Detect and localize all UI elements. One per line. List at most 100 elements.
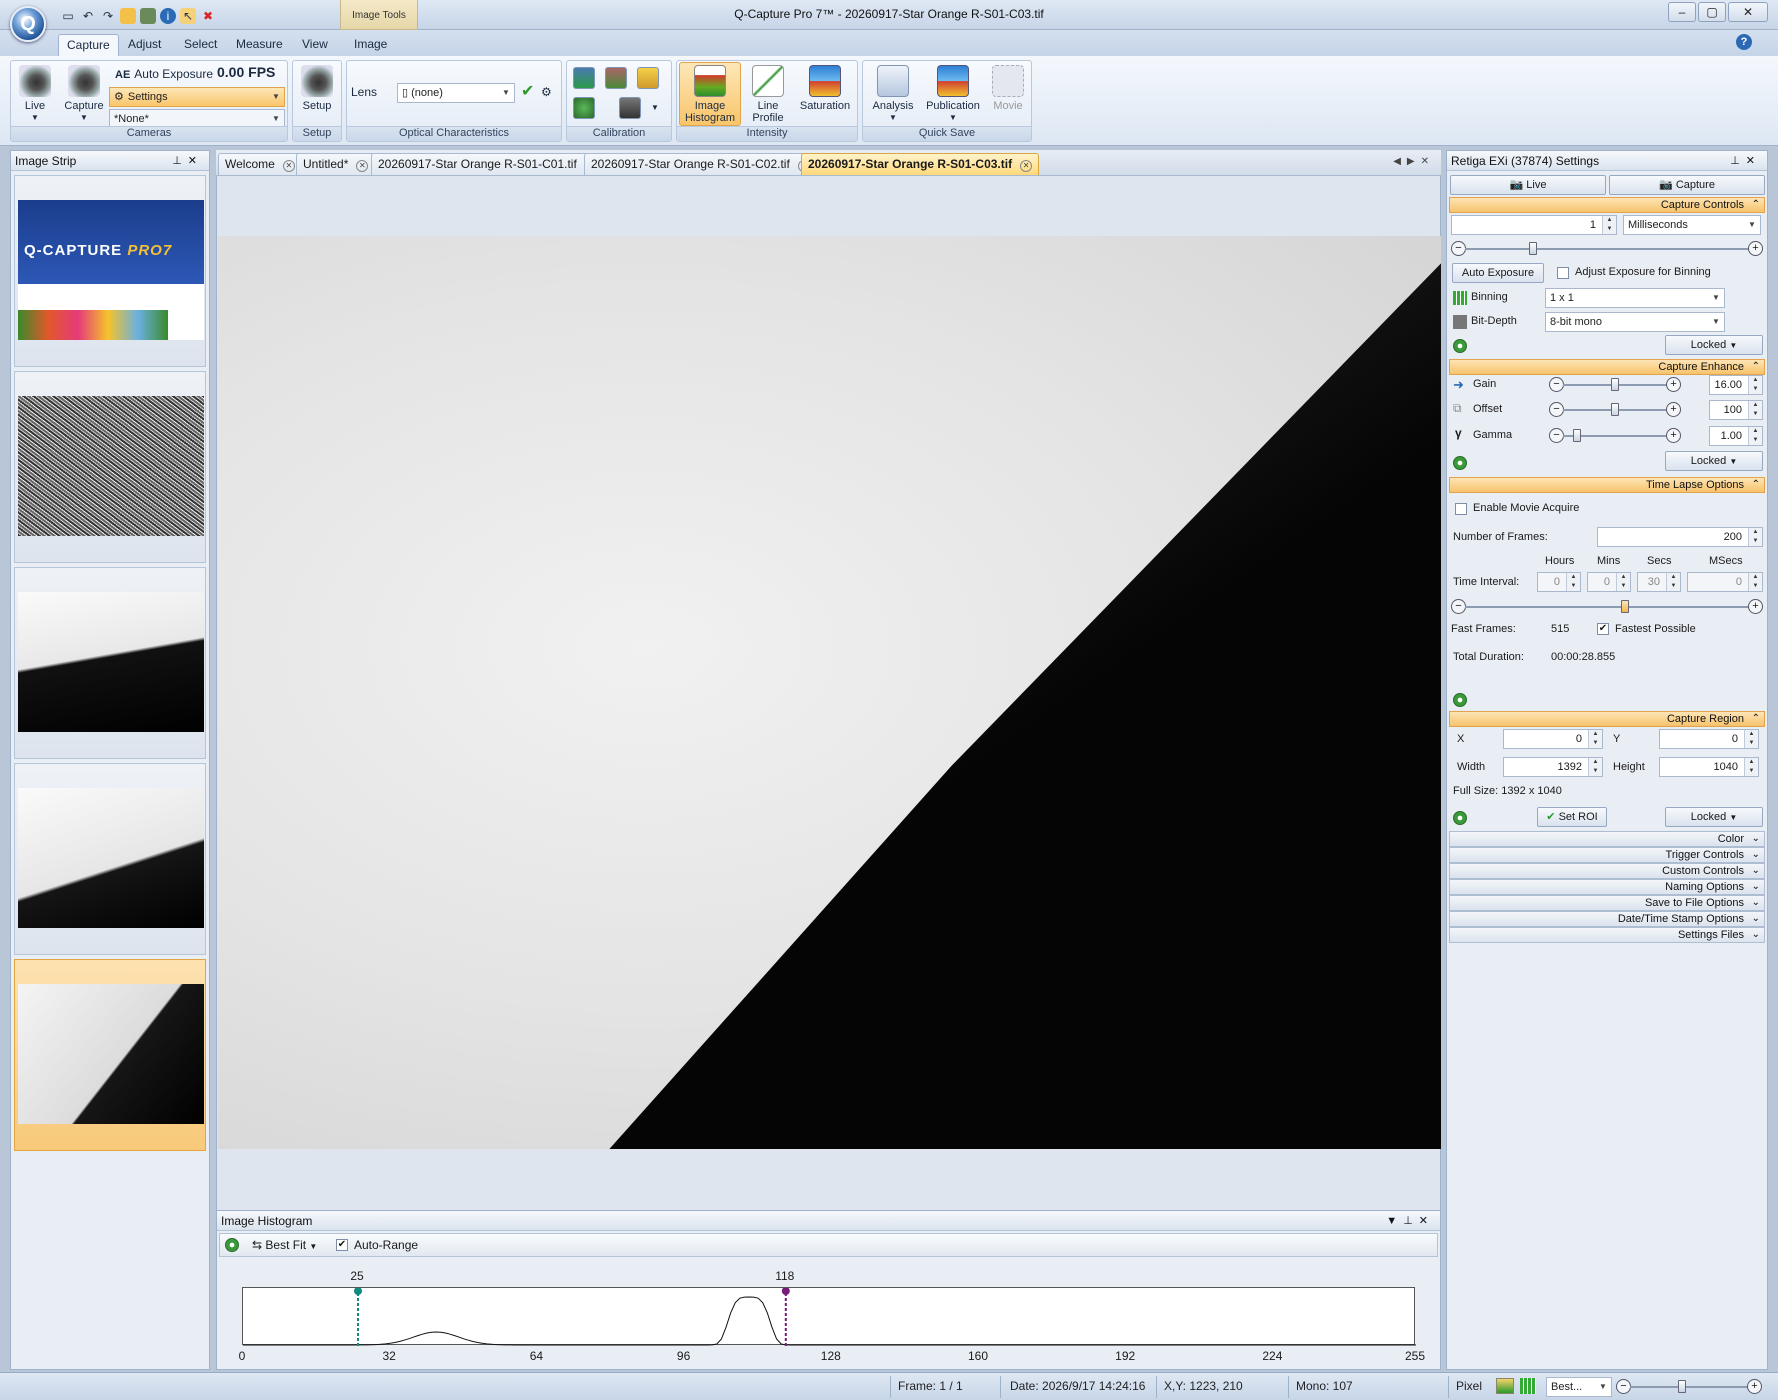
chevron-down-icon[interactable]: ▼ (651, 99, 659, 117)
naming-options-header[interactable]: Naming Options ⌄ (1449, 879, 1765, 895)
exposure-units-dropdown[interactable]: Milliseconds ▼ (1623, 215, 1761, 235)
spinner-icon[interactable]: ▲ ▼ (1748, 573, 1762, 591)
capture-enhance-lock-dropdown[interactable]: Locked ▼ (1665, 451, 1763, 471)
zoom-in-icon[interactable]: + (1747, 1379, 1762, 1394)
height-input[interactable]: 1040 ▲ ▼ (1659, 757, 1759, 777)
bit-depth-dropdown[interactable]: 8-bit mono ▼ (1545, 312, 1725, 332)
high-marker-handle[interactable] (781, 1288, 790, 1295)
doc-tab-c02[interactable]: 20260917-Star Orange R-S01-C02.tif✕ (584, 153, 817, 175)
capture-controls-lock-dropdown[interactable]: Locked ▼ (1665, 335, 1763, 355)
frames-input[interactable]: 200 ▲ ▼ (1597, 527, 1763, 547)
chevron-down-icon[interactable]: ▼ (1386, 1215, 1403, 1227)
slider-thumb[interactable] (1611, 378, 1619, 391)
gamma-slider[interactable]: − + (1549, 426, 1681, 446)
save-to-file-options-header[interactable]: Save to File Options ⌄ (1449, 895, 1765, 911)
custom-controls-header[interactable]: Custom Controls ⌄ (1449, 863, 1765, 879)
setup-button[interactable]: Setup (295, 63, 339, 112)
image-histogram-button[interactable]: Image Histogram (679, 62, 741, 126)
image-thumbnail[interactable] (14, 371, 206, 563)
spinner-icon[interactable]: ▲ ▼ (1748, 376, 1762, 394)
refresh-icon[interactable] (1453, 693, 1467, 707)
analysis-button[interactable]: Analysis ▼ (865, 63, 921, 124)
gamma-input[interactable]: 1.00 ▲ ▼ (1709, 426, 1763, 446)
minus-icon[interactable]: − (1451, 241, 1466, 256)
slider-thumb[interactable] (1621, 600, 1629, 613)
tab-select[interactable]: Select (176, 34, 225, 56)
spatial-calibration-icon[interactable] (637, 67, 659, 89)
hours-input[interactable]: 0 ▲ ▼ (1537, 572, 1581, 592)
doc-tab-c01[interactable]: 20260917-Star Orange R-S01-C01.tif✕ (371, 153, 604, 175)
lens-settings-icon[interactable]: ⚙ (541, 83, 552, 101)
histogram-plot[interactable] (242, 1287, 1416, 1346)
settings-dropdown[interactable]: ⚙ Settings ▼ (109, 87, 285, 107)
line-profile-button[interactable]: Line Profile (745, 63, 791, 124)
binning-dropdown[interactable]: 1 x 1 ▼ (1545, 288, 1725, 308)
plus-icon[interactable]: + (1666, 377, 1681, 392)
capture-region-lock-dropdown[interactable]: Locked ▼ (1665, 807, 1763, 827)
refresh-calibration-icon[interactable] (573, 97, 595, 119)
doc-tab-c03[interactable]: 20260917-Star Orange R-S01-C03.tif ✕ (801, 153, 1040, 175)
fastest-possible-checkbox[interactable]: ✔ (1597, 623, 1609, 635)
pin-icon[interactable]: ⊥ (172, 155, 188, 167)
close-icon[interactable]: ✕ (188, 155, 203, 167)
spinner-icon[interactable]: ▲ ▼ (1666, 573, 1680, 591)
calibrate-icon[interactable] (573, 67, 595, 89)
auto-range-checkbox[interactable]: ✔ (336, 1239, 348, 1251)
plus-icon[interactable]: + (1666, 428, 1681, 443)
date-time-stamp-options-header[interactable]: Date/Time Stamp Options ⌄ (1449, 911, 1765, 927)
low-marker-handle[interactable] (354, 1288, 362, 1295)
width-input[interactable]: 1392 ▲ ▼ (1503, 757, 1603, 777)
spinner-icon[interactable]: ▲ ▼ (1744, 758, 1758, 776)
doc-tab-welcome[interactable]: Welcome ✕ (218, 153, 302, 175)
close-window-button[interactable]: ✕ (1728, 2, 1768, 22)
trigger-controls-header[interactable]: Trigger Controls ⌄ (1449, 847, 1765, 863)
tab-measure[interactable]: Measure (228, 34, 291, 56)
close-tab-icon[interactable]: ✕ (356, 160, 369, 172)
spinner-icon[interactable]: ▲ ▼ (1744, 730, 1758, 748)
close-icon[interactable]: ✕ (1419, 1215, 1434, 1227)
apply-check-icon[interactable]: ✔ (521, 83, 534, 101)
slider-thumb[interactable] (1573, 429, 1581, 442)
offset-slider[interactable]: − + (1549, 400, 1681, 420)
spinner-icon[interactable]: ▲ ▼ (1748, 528, 1762, 546)
scroll-left-icon[interactable]: ◀ (1393, 156, 1407, 167)
secs-input[interactable]: 30 ▲ ▼ (1637, 572, 1681, 592)
set-roi-button[interactable]: ✔ Set ROI (1537, 807, 1607, 827)
movie-button[interactable]: Movie (987, 63, 1029, 112)
best-fit-button[interactable]: ⇆ Best Fit ▼ (252, 1238, 317, 1252)
tab-image[interactable]: Image (346, 34, 395, 56)
minus-icon[interactable]: − (1549, 428, 1564, 443)
color-section-header[interactable]: Color ⌄ (1449, 831, 1765, 847)
image-thumbnail[interactable] (14, 763, 206, 955)
spinner-icon[interactable]: ▲ ▼ (1588, 758, 1602, 776)
zoom-slider[interactable]: − + (1616, 1377, 1762, 1397)
close-icon[interactable]: ✕ (1746, 155, 1761, 167)
publication-button[interactable]: Publication ▼ (921, 63, 985, 124)
refresh-icon[interactable] (225, 1238, 239, 1252)
gain-slider[interactable]: − + (1549, 375, 1681, 395)
scroll-right-icon[interactable]: ▶ (1407, 156, 1421, 167)
minus-icon[interactable]: − (1451, 599, 1466, 614)
spinner-icon[interactable]: ▲ ▼ (1602, 216, 1616, 234)
saturation-button[interactable]: Saturation (795, 63, 855, 112)
tab-capture[interactable]: Capture (58, 34, 119, 56)
fit-view-icon[interactable] (1496, 1378, 1514, 1394)
x-input[interactable]: 0 ▲ ▼ (1503, 729, 1603, 749)
image-canvas[interactable] (218, 236, 1441, 1149)
help-icon[interactable]: ? (1736, 34, 1752, 50)
minimize-button[interactable]: – (1668, 2, 1696, 22)
live-dropdown-icon[interactable]: ▼ (15, 112, 55, 124)
plus-icon[interactable]: + (1666, 402, 1681, 417)
zoom-out-icon[interactable]: − (1616, 1379, 1631, 1394)
exposure-slider[interactable]: − + (1451, 239, 1763, 259)
auto-exposure-button[interactable]: AE Auto Exposure (115, 65, 213, 83)
lens-dropdown[interactable]: ▯ (none) ▼ (397, 83, 515, 103)
time-lapse-header[interactable]: Time Lapse Options ⌃ (1449, 477, 1765, 493)
tab-adjust[interactable]: Adjust (120, 34, 169, 56)
grid-view-icon[interactable] (1520, 1378, 1536, 1394)
slider-thumb[interactable] (1529, 242, 1537, 255)
mins-input[interactable]: 0 ▲ ▼ (1587, 572, 1631, 592)
capture-button[interactable]: Capture ▼ (61, 63, 107, 124)
exposure-input[interactable]: 1 ▲ ▼ (1451, 215, 1617, 235)
pin-icon[interactable]: ⊥ (1730, 155, 1746, 167)
